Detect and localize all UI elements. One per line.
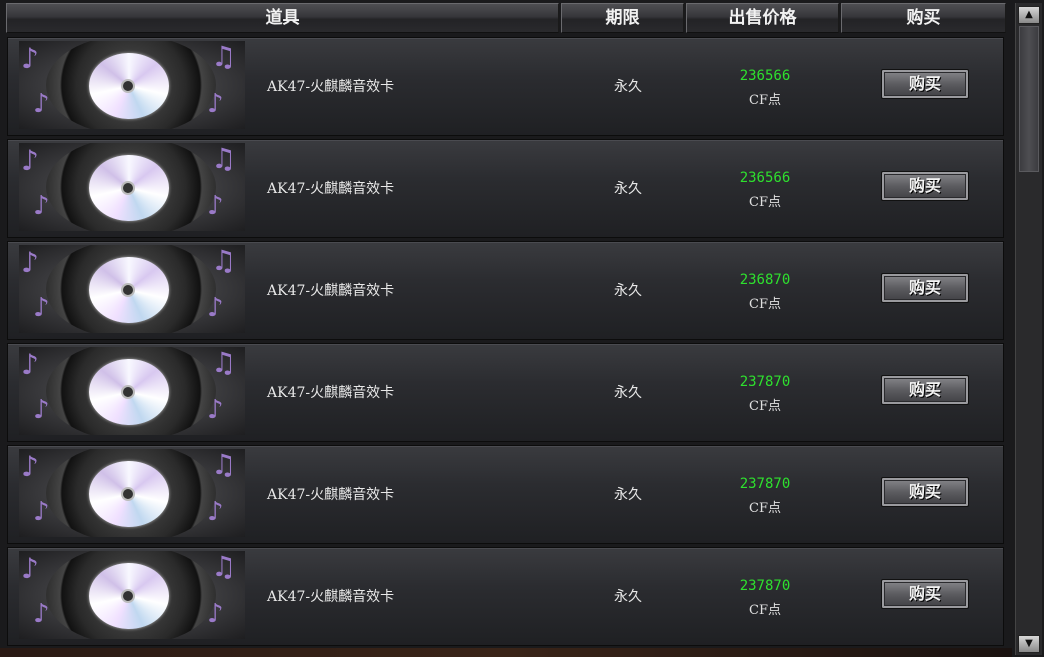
item-name: AK47-火麒麟音效卡	[267, 283, 395, 299]
item-term: 永久	[614, 181, 642, 197]
buy-button[interactable]: 购买	[881, 375, 969, 405]
item-currency: CF点	[749, 93, 781, 108]
buy-button[interactable]: 购买	[881, 171, 969, 201]
item-term: 永久	[614, 79, 642, 95]
item-currency: CF点	[749, 501, 781, 516]
item-price: 236566	[739, 68, 791, 84]
buy-button[interactable]: 购买	[881, 477, 969, 507]
item-currency: CF点	[749, 195, 781, 210]
bottom-border	[0, 648, 1012, 657]
item-name: AK47-火麒麟音效卡	[267, 487, 395, 503]
arrow-down-icon[interactable]: ▼	[1018, 635, 1040, 653]
header-price: 出售价格	[686, 3, 839, 33]
table-row: ♪ ♫ ♪ ♪ AK47-火麒麟音效卡 永久 236566 CF点 购买	[7, 139, 1004, 238]
item-currency: CF点	[749, 399, 781, 414]
header-term: 期限	[561, 3, 684, 33]
item-price: 236870	[739, 272, 791, 288]
table-header: 道具 期限 出售价格 购买	[6, 3, 1006, 33]
item-term: 永久	[614, 385, 642, 401]
music-disc-card-icon: ♪ ♫ ♪ ♪	[19, 551, 245, 639]
item-name: AK47-火麒麟音效卡	[267, 181, 395, 197]
item-price: 237870	[739, 578, 791, 594]
table-row: ♪ ♫ ♪ ♪ AK47-火麒麟音效卡 永久 237870 CF点 购买	[7, 547, 1004, 646]
item-currency: CF点	[749, 297, 781, 312]
music-disc-card-icon: ♪ ♫ ♪ ♪	[19, 143, 245, 231]
item-term: 永久	[614, 487, 642, 503]
vertical-scrollbar[interactable]: ▲ ▼	[1015, 3, 1042, 655]
item-term: 永久	[614, 589, 642, 605]
buy-button[interactable]: 购买	[881, 579, 969, 609]
item-term: 永久	[614, 283, 642, 299]
scrollbar-thumb[interactable]	[1019, 26, 1039, 172]
header-buy: 购买	[841, 3, 1006, 33]
item-currency: CF点	[749, 603, 781, 618]
item-price: 236566	[739, 170, 791, 186]
music-disc-card-icon: ♪ ♫ ♪ ♪	[19, 347, 245, 435]
music-disc-card-icon: ♪ ♫ ♪ ♪	[19, 449, 245, 537]
table-row: ♪ ♫ ♪ ♪ AK47-火麒麟音效卡 永久 237870 CF点 购买	[7, 445, 1004, 544]
arrow-up-icon[interactable]: ▲	[1018, 6, 1040, 24]
item-price: 237870	[739, 476, 791, 492]
buy-button[interactable]: 购买	[881, 69, 969, 99]
table-row: ♪ ♫ ♪ ♪ AK47-火麒麟音效卡 永久 236870 CF点 购买	[7, 241, 1004, 340]
item-price: 237870	[739, 374, 791, 390]
item-name: AK47-火麒麟音效卡	[267, 79, 395, 95]
item-name: AK47-火麒麟音效卡	[267, 385, 395, 401]
item-name: AK47-火麒麟音效卡	[267, 589, 395, 605]
item-list: ♪ ♫ ♪ ♪ AK47-火麒麟音效卡 永久 236566 CF点 购买 ♪ ♫ ♪ ♪ A…	[7, 37, 1004, 649]
buy-button[interactable]: 购买	[881, 273, 969, 303]
header-item: 道具	[6, 3, 559, 33]
music-disc-card-icon: ♪ ♫ ♪ ♪	[19, 41, 245, 129]
table-row: ♪ ♫ ♪ ♪ AK47-火麒麟音效卡 永久 236566 CF点 购买	[7, 37, 1004, 136]
table-row: ♪ ♫ ♪ ♪ AK47-火麒麟音效卡 永久 237870 CF点 购买	[7, 343, 1004, 442]
music-disc-card-icon: ♪ ♫ ♪ ♪	[19, 245, 245, 333]
